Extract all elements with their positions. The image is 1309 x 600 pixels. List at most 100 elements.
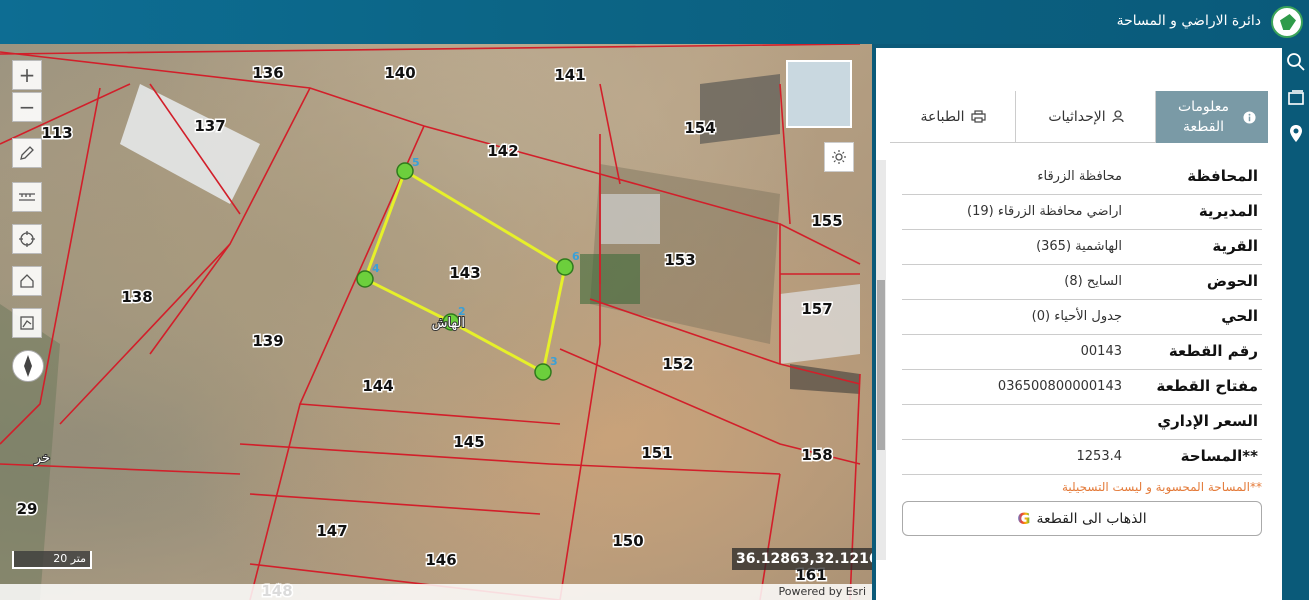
location-button[interactable] [1285,124,1307,146]
parcel-label: 144 [362,377,393,395]
vertex-label: 6 [572,250,580,263]
detail-value: 036500800000143 [997,379,1122,394]
detail-value: 1253.4 [1076,449,1123,464]
zoom-out-button[interactable]: − [12,92,42,122]
parcel-label: 143 [449,264,480,282]
profile-button[interactable] [12,308,42,338]
app-header: دائرة الاراضي و المساحة [0,0,1309,44]
home-button[interactable] [12,266,42,296]
detail-row: الحي جدول الأحياء (0) [902,300,1262,335]
detail-key: **المساحة [1180,447,1258,465]
detail-row: القرية الهاشمية (365) [902,230,1262,265]
detail-row: السعر الإداري [902,405,1262,440]
info-icon [1242,110,1256,124]
detail-row: مفتاح القطعة 036500800000143 [902,370,1262,405]
pencil-icon [20,146,34,160]
tab-coordinates-label: الإحداثيات [1048,108,1106,125]
home-icon [20,274,34,288]
tab-parcel-info[interactable]: معلومات القطعة [1156,91,1268,143]
parcel-label: 138 [121,288,152,306]
detail-value: محافظة الزرقاء [1037,169,1122,184]
draw-button[interactable] [12,138,42,168]
parcel-label: 155 [811,212,842,230]
parcel-label: 142 [487,142,518,160]
vertex-label: 3 [550,355,558,368]
zoom-in-button[interactable]: + [12,60,42,90]
parcel-label: 113 [41,124,72,142]
detail-value: 00143 [1080,344,1122,359]
place-label: الهاش [432,316,465,331]
locate-button[interactable] [12,224,42,254]
detail-value: جدول الأحياء (0) [1031,309,1122,324]
crosshair-icon [19,231,35,247]
parcel-label: 137 [194,117,225,135]
side-toolbar [1282,44,1309,600]
parcel-label: 157 [801,300,832,318]
detail-key: القرية [1212,237,1258,255]
parcel-label: 140 [384,64,415,82]
detail-row: المديرية اراضي محافظة الزرقاء (19) [902,195,1262,230]
department-logo [1271,6,1303,38]
detail-key: الحي [1221,307,1258,325]
area-note: **المساحة المحسوبة و ليست التسجيلية [1061,480,1262,494]
vertex-label: 4 [372,262,380,275]
person-icon [1112,110,1124,123]
parcel-label: 139 [252,332,283,350]
side-label: خر [34,451,50,466]
detail-key: رقم القطعة [1168,342,1258,360]
scale-bar: 20 متر [12,551,92,569]
basemap-toggle-button[interactable] [824,142,854,172]
compass-button[interactable] [12,350,44,382]
parcel-details: المحافظة محافظة الزرقاء المديرية اراضي م… [902,160,1262,475]
parcel-label: 136 [252,64,283,82]
map-canvas[interactable]: 136 140 141 113 137 154 142 155 143 153 … [0,44,872,600]
goto-parcel-button[interactable]: الذهاب الى القطعة G [902,501,1262,536]
detail-value: السايح (8) [1064,274,1122,289]
compass-icon [24,355,32,377]
parcel-label: 145 [453,433,484,451]
detail-row: المحافظة محافظة الزرقاء [902,160,1262,195]
measure-button[interactable] [12,182,42,212]
parcel-label: 146 [425,551,456,569]
detail-row: رقم القطعة 00143 [902,335,1262,370]
measure-icon [19,193,35,201]
panel-tabs: معلومات القطعة الإحداثيات الطباعة [890,91,1268,143]
detail-key: المحافظة [1187,167,1258,185]
tab-coordinates[interactable]: الإحداثيات [1016,91,1156,143]
chart-icon [20,316,34,330]
detail-key: مفتاح القطعة [1156,377,1258,395]
search-button[interactable] [1285,52,1307,74]
parcel-label: 152 [662,355,693,373]
layers-button[interactable] [1285,90,1307,112]
detail-row: الحوض السايح (8) [902,265,1262,300]
detail-value: الهاشمية (365) [1036,239,1122,254]
detail-key: المديرية [1198,202,1258,220]
goto-parcel-label: الذهاب الى القطعة [1036,510,1147,527]
vertex-label: 5 [412,156,420,169]
detail-key: السعر الإداري [1157,412,1258,430]
parcel-label: 141 [554,66,585,84]
app-title: دائرة الاراضي و المساحة [1116,13,1261,29]
overview-map[interactable] [786,60,852,128]
parcel-label: 151 [641,444,672,462]
printer-icon [970,110,986,123]
google-icon: G [1017,509,1031,528]
map-view[interactable]: 136 140 141 113 137 154 142 155 143 153 … [0,44,872,600]
tab-parcel-info-label: معلومات القطعة [1177,99,1230,135]
sun-icon [832,150,846,164]
location-pin-icon [1290,125,1302,142]
coordinates-readout: 36.12863,32.12164 [732,548,872,570]
parcel-label: 29 [17,500,38,518]
parcel-label: 153 [664,251,695,269]
search-icon [1287,53,1305,71]
attribution: Powered by Esri [0,584,872,600]
tab-print[interactable]: الطباعة [890,91,1016,143]
detail-row: **المساحة 1253.4 [902,440,1262,475]
detail-value: اراضي محافظة الزرقاء (19) [967,204,1122,219]
layers-icon [1288,90,1304,105]
parcel-panel: معلومات القطعة الإحداثيات الطباعة المحاف… [876,48,1282,600]
parcel-label: 158 [801,446,832,464]
detail-key: الحوض [1206,272,1258,290]
parcel-label: 150 [612,532,643,550]
panel-scrollbar[interactable] [876,160,886,560]
